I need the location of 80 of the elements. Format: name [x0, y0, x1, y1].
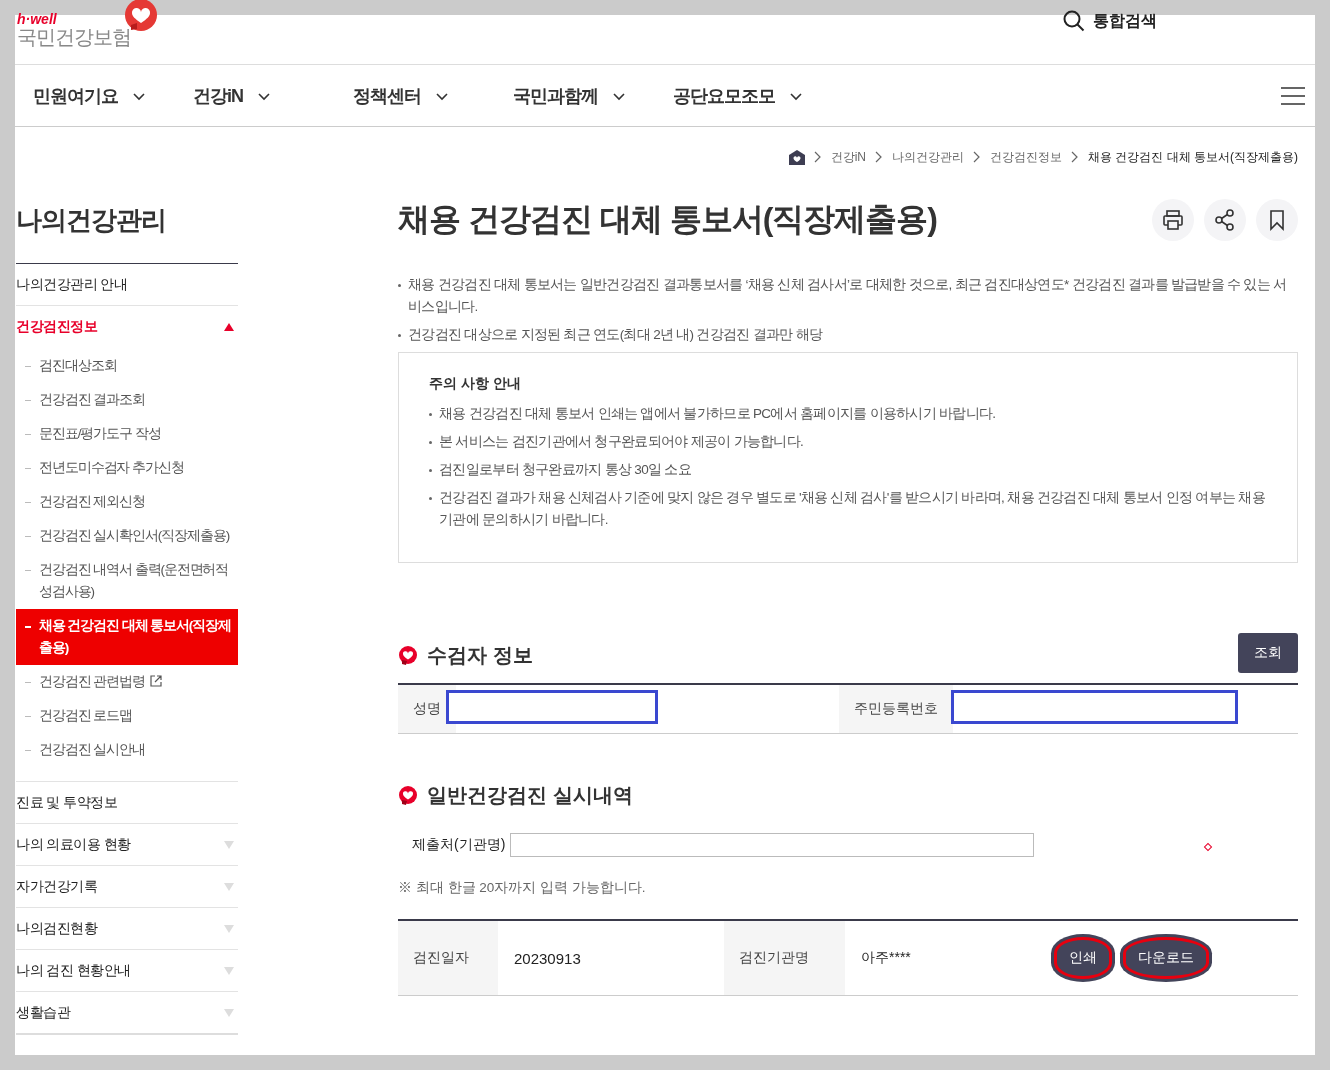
notice-text: 검진일로부터 청구완료까지 통상 30일 소요 [429, 459, 1267, 481]
chevron-down-icon [435, 90, 449, 101]
table-header-cell: 검진기관명 [724, 921, 845, 995]
share-icon [1214, 209, 1236, 231]
notice-text: 본 서비스는 검진기관에서 청구완료되어야 제공이 가능합니다. [429, 431, 1267, 453]
breadcrumb-link[interactable]: 채용 건강검진 대체 통보서(직장제출용) [1088, 148, 1298, 166]
sidebar-subitem[interactable]: 건강검진 실시안내 [16, 733, 238, 767]
search-button[interactable]: 조회 [1238, 633, 1298, 673]
chevron-right-icon [1071, 151, 1079, 163]
sidebar-item[interactable]: 나의 의료이용 현황 [16, 824, 238, 865]
sidebar-item[interactable]: 진료 및 투약정보 [16, 782, 238, 823]
notice-title: 주의 사항 안내 [429, 375, 522, 393]
table-header-cell: 검진일자 [398, 921, 498, 995]
nav-menu-item[interactable]: 민원여기요 [33, 83, 193, 108]
sidebar-subitem[interactable]: 채용 건강검진 대체 통보서(직장제출용) [16, 609, 238, 665]
print-button[interactable] [1152, 199, 1194, 241]
sidebar-item[interactable]: 나의검진현황 [16, 908, 238, 949]
breadcrumb-link[interactable]: 건강검진정보 [990, 148, 1062, 166]
sidebar-subitem[interactable]: 건강검진 제외신청 [16, 485, 238, 519]
input-field[interactable] [510, 833, 1035, 857]
sidebar-subitem[interactable]: 건강검진 관련법령 [16, 665, 238, 699]
section-title: 일반건강검진 실시내역 [427, 783, 633, 808]
chevron-right-icon [973, 151, 981, 163]
triangle-down-icon [224, 966, 234, 975]
search-icon [1063, 10, 1085, 32]
sidebar-subitem[interactable]: 문진표/평가도구 작성 [16, 417, 238, 451]
search-button[interactable]: 통합검색 [1063, 10, 1157, 32]
triangle-down-icon [224, 882, 234, 891]
sidebar-subitem[interactable]: 건강검진 실시확인서(직장제출용) [16, 519, 238, 553]
input-field[interactable] [951, 690, 1238, 724]
breadcrumb-link[interactable]: 나의건강관리 [892, 148, 964, 166]
sidebar-subitem[interactable]: 건강검진 로드맵 [16, 699, 238, 733]
triangle-down-icon [224, 924, 234, 933]
chevron-right-icon [875, 151, 883, 163]
chevron-down-icon [132, 90, 146, 101]
sidebar-subitem[interactable]: 검진대상조회 [16, 349, 238, 383]
note-text: ※ 최대 한글 20자까지 입력 가능합니다. [398, 879, 647, 897]
nav-menu-item[interactable]: 국민과함께 [513, 83, 673, 108]
heart-bubble-icon [398, 785, 418, 806]
menu-icon[interactable] [1281, 87, 1305, 105]
logo[interactable]: h·well 국민건강보험 [15, 12, 131, 48]
sidebar-subitem[interactable]: 건강검진 내역서 출력(운전면허적성검사용) [16, 553, 238, 609]
sidebar-subitem[interactable]: 건강검진 결과조회 [16, 383, 238, 417]
table-cell-text: 20230913 [513, 948, 582, 969]
notice-text: 건강검진 결과가 채용 신체검사 기준에 맞지 않은 경우 별도로 '채용 신체 검사'를 받으시기 바라며, 채용 건강검진 대체 통보서 인정 여부는 채용기관에 문의하시기 바랍니다. [429, 487, 1267, 531]
sidebar-item[interactable]: 건강검진정보 [16, 306, 238, 347]
heart-bubble-icon [398, 645, 418, 666]
nav-menu-item[interactable]: 건강iN [193, 83, 353, 108]
field-label: 제출처(기관명) [412, 836, 506, 854]
sidebar-item[interactable]: 나의 검진 현황안내 [16, 950, 238, 991]
bookmark-button[interactable] [1256, 199, 1298, 241]
sidebar-subitem[interactable]: 전년도미수검자 추가신청 [16, 451, 238, 485]
chevron-right-icon [813, 151, 822, 163]
triangle-down-icon [224, 840, 234, 849]
chevron-down-icon [257, 90, 271, 101]
sidebar-title: 나의건강관리 [16, 203, 238, 264]
table-cell-text: 아주**** [860, 948, 912, 967]
breadcrumb-link[interactable]: 건강iN [830, 148, 866, 166]
table-header-cell: 주민등록번호 [839, 685, 953, 733]
sidebar-item[interactable]: 생활습관 [16, 992, 238, 1033]
chevron-down-icon [789, 90, 803, 101]
intro-text: 채용 건강검진 대체 통보서는 일반건강검진 결과통보서를 ‘채용 신체 검사서’로 대체한 것으로, 최근 검진대상연도* 건강검진 결과를 발급받을 수 있는 서비스입니다. [398, 274, 1298, 318]
chevron-down-icon [612, 90, 626, 101]
external-link-icon [148, 674, 163, 688]
action-button[interactable]: 다운로드 [1120, 934, 1212, 982]
section-title: 수검자 정보 [427, 643, 533, 668]
triangle-down-icon [224, 1008, 234, 1017]
sidebar-item[interactable]: 나의건강관리 안내 [16, 264, 238, 305]
action-button[interactable]: 인쇄 [1051, 934, 1115, 982]
sidebar-item[interactable]: 자가건강기록 [16, 866, 238, 907]
triangle-up-icon [224, 322, 234, 331]
nav-menu-item[interactable]: 공단요모조모 [673, 83, 833, 108]
notice-text: 채용 건강검진 대체 통보서 인쇄는 앱에서 불가하므로 PC에서 홈페이지를 이용하시기 바랍니다. [429, 403, 1267, 425]
input-field[interactable] [446, 690, 658, 724]
home-icon[interactable] [788, 149, 805, 165]
page-title: 채용 건강검진 대체 통보서(직장제출용) [398, 200, 937, 239]
share-button[interactable] [1204, 199, 1246, 241]
intro-text: 건강검진 대상으로 지정된 최근 연도(최대 2년 내) 건강검진 결과만 해당 [398, 324, 1298, 346]
nav-menu-item[interactable]: 정책센터 [353, 83, 513, 108]
print-icon [1162, 209, 1184, 231]
